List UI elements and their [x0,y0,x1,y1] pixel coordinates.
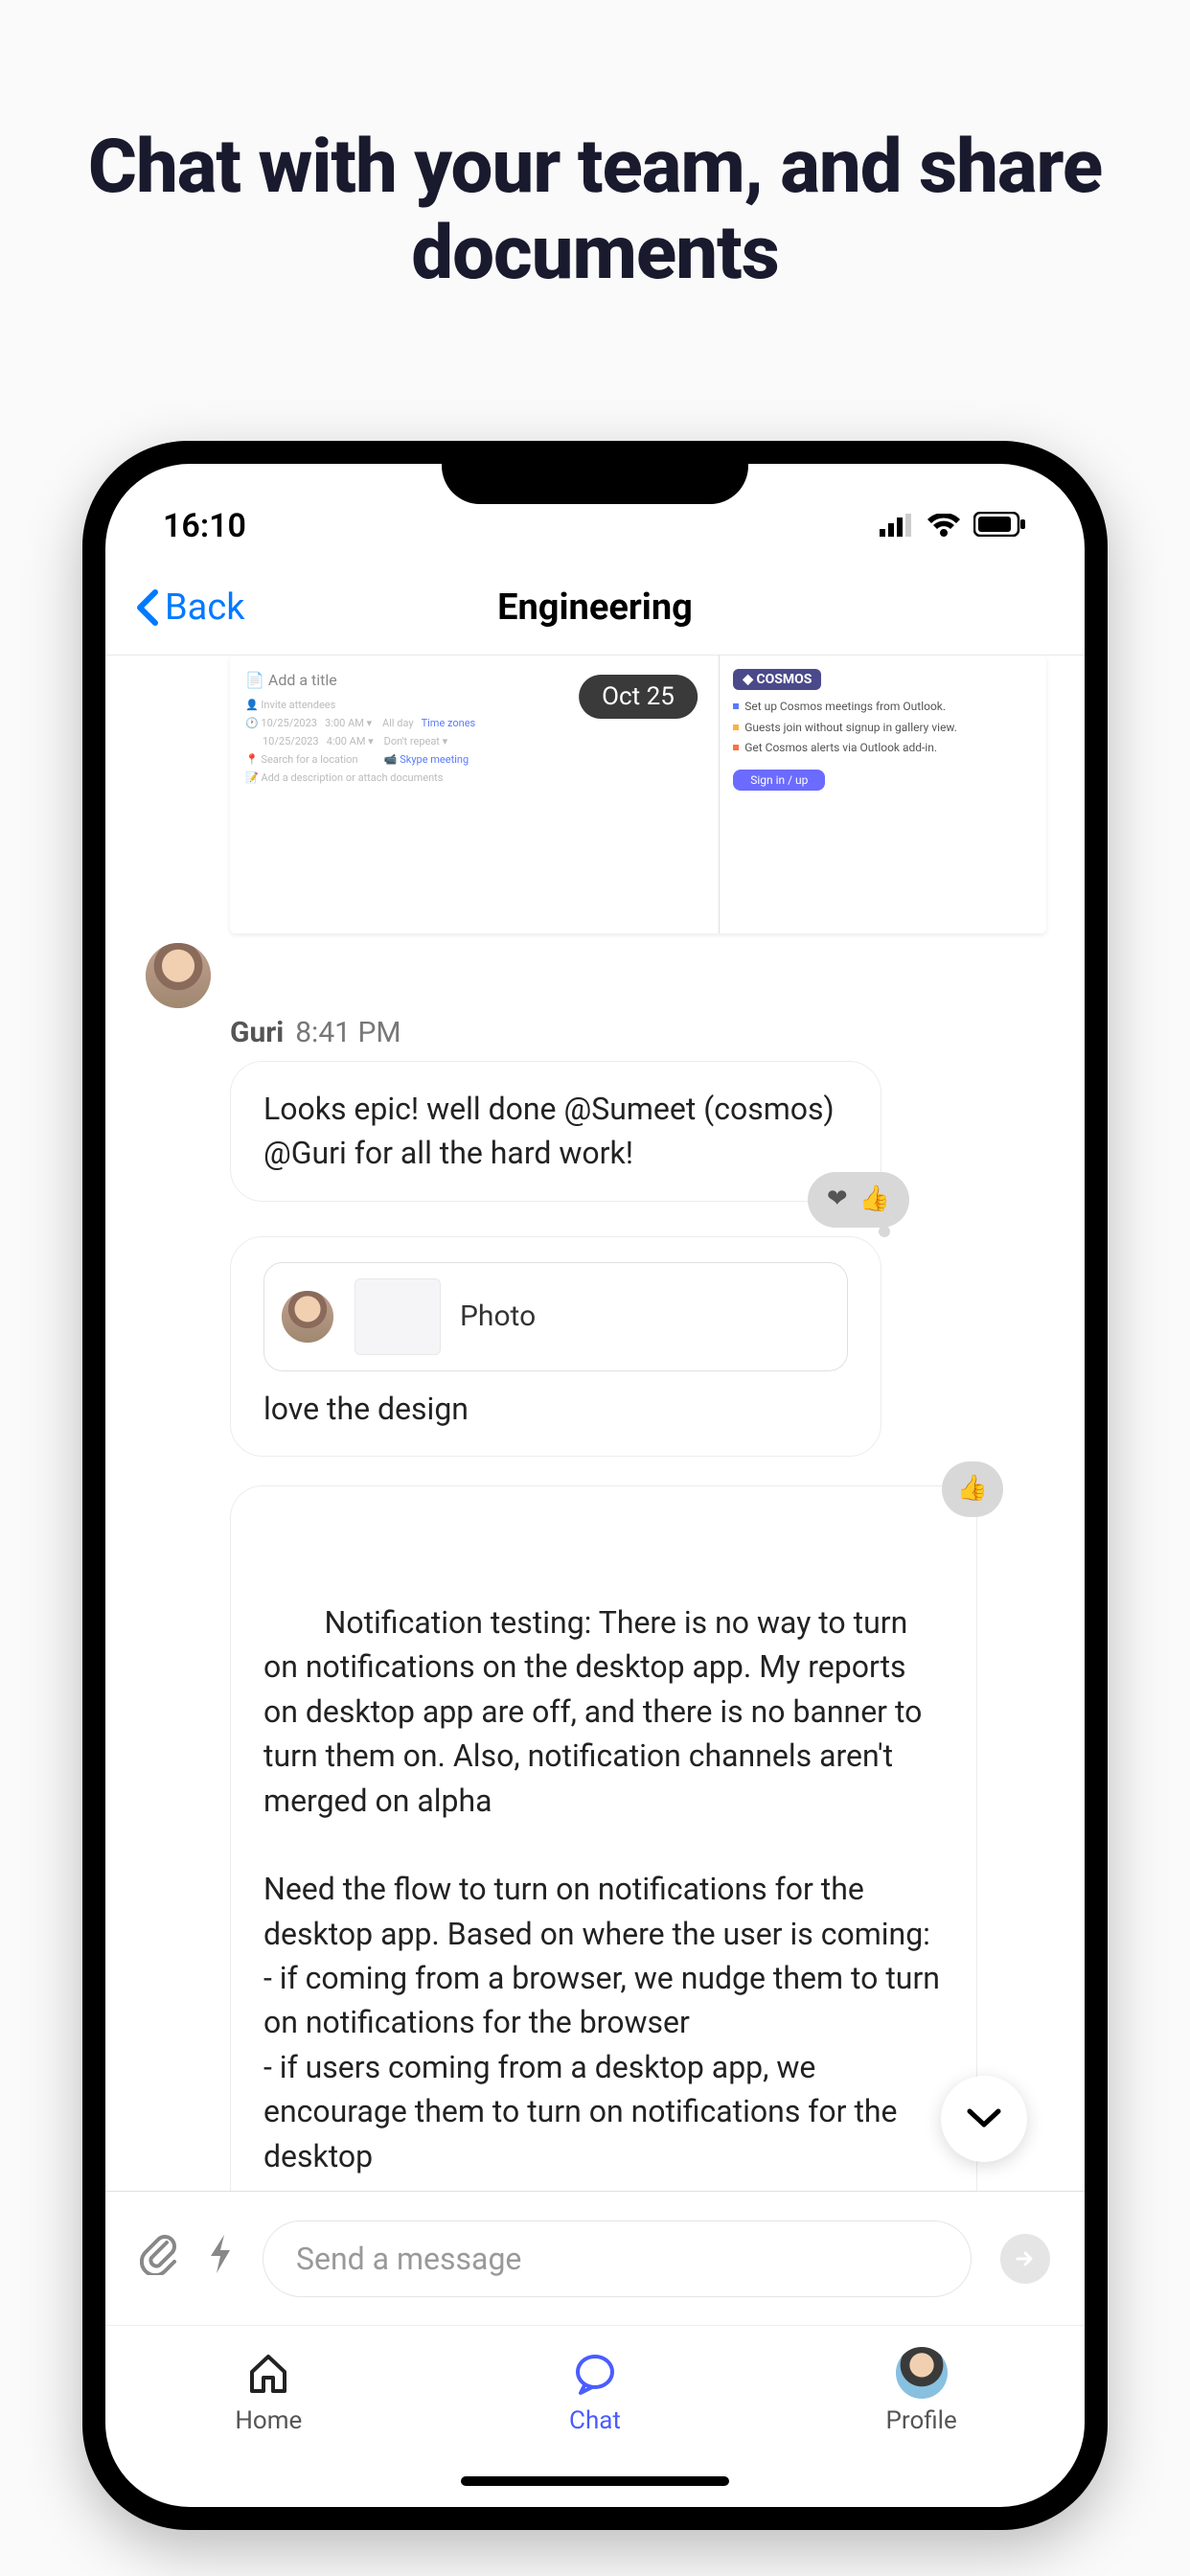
tab-label: Profile [885,2406,956,2435]
message-bubble[interactable]: Looks epic! well done @Sumeet (cosmos) @… [230,1061,881,1202]
home-indicator[interactable] [461,2476,729,2486]
quoted-reply-card[interactable]: Photo [263,1262,848,1371]
preview-right-pane: ◆ COSMOS Set up Cosmos meetings from Out… [720,656,1046,933]
phone-frame: 16:10 Back Engineering [82,441,1108,2530]
attachment-icon[interactable] [140,2233,178,2285]
chevron-down-icon [966,2107,1002,2130]
back-label: Back [165,586,245,629]
tab-home[interactable]: Home [192,2349,345,2435]
sender-name: Guri [230,1016,284,1049]
arrow-right-icon [1014,2247,1037,2270]
input-placeholder: Send a message [296,2241,521,2277]
lightning-icon[interactable] [207,2233,234,2285]
message-bubble[interactable]: Photo love the design [230,1236,881,1457]
message-input[interactable]: Send a message [263,2220,972,2297]
shared-document-preview[interactable]: Oct 25 📄 Add a title 👤 Invite attendees … [230,656,1046,933]
sender-meta: Guri 8:41 PM [230,1016,1085,1049]
message-bubble[interactable]: 👍 Notification testing: There is no way … [230,1485,977,2191]
thumbs-up-icon: 👍 [957,1471,988,1507]
tab-profile[interactable]: Profile [845,2349,998,2435]
message-header-row [144,941,1046,1010]
cosmos-brand-badge: ◆ COSMOS [733,669,821,690]
nav-bar: Back Engineering [105,560,1085,656]
device-notch [442,441,748,504]
chat-icon [571,2349,619,2397]
status-icons [880,507,1027,545]
tab-chat[interactable]: Chat [518,2349,672,2435]
tab-label: Home [235,2406,302,2435]
tab-label: Chat [569,2406,621,2435]
heart-icon: ❤ [827,1182,848,1218]
message-time: 8:41 PM [295,1016,400,1049]
profile-avatar-icon [896,2349,948,2397]
home-icon [244,2349,292,2397]
status-time: 16:10 [163,507,246,545]
reaction-pill[interactable]: 👍 [942,1461,1003,1517]
message-composer: Send a message [105,2191,1085,2325]
signin-mini-button: Sign in / up [733,770,825,791]
reaction-pill[interactable]: ❤ 👍 [808,1172,909,1228]
send-button[interactable] [1000,2234,1050,2284]
cellular-icon [880,507,914,545]
avatar-guri-small [280,1289,335,1345]
channel-title: Engineering [497,586,693,629]
message-text: Notification testing: There is no way to… [263,1604,948,2174]
chat-scroll-area[interactable]: Oct 25 📄 Add a title 👤 Invite attendees … [105,656,1085,2191]
battery-icon [973,507,1027,545]
wifi-icon [927,507,960,545]
phone-screen: 16:10 Back Engineering [105,464,1085,2507]
reply-thumbnail [355,1278,441,1355]
back-button[interactable]: Back [134,586,245,629]
message-text: Looks epic! well done @Sumeet (cosmos) @… [263,1091,835,1171]
avatar-guri[interactable] [144,941,213,1010]
message-text: love the design [263,1391,469,1427]
reply-label: Photo [460,1296,536,1338]
thumbs-up-icon: 👍 [859,1182,890,1218]
scroll-to-bottom-button[interactable] [941,2076,1027,2162]
date-separator: Oct 25 [579,675,698,719]
chevron-left-icon [134,588,159,627]
promo-title: Chat with your team, and share documents [0,0,1190,334]
